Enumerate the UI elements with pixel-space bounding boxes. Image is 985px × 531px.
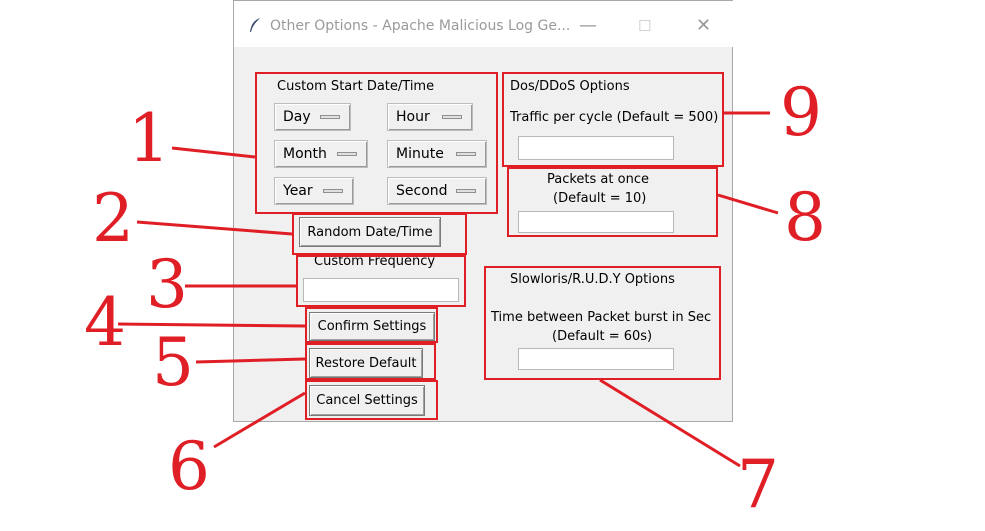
annotation-number-3: 3 [146, 246, 188, 323]
annotation-number-4: 4 [84, 284, 126, 361]
annotation-number-5: 5 [152, 324, 194, 401]
annotation-number-1: 1 [128, 100, 170, 177]
connector-line-2 [136, 220, 293, 236]
connector-line-1 [171, 146, 256, 159]
annotation-number-9: 9 [780, 74, 822, 151]
connector-line-6 [213, 391, 306, 449]
annotation-number-8: 8 [784, 179, 826, 256]
connector-line-5 [195, 357, 306, 364]
connector-line-8 [717, 193, 779, 215]
connector-line-4 [117, 322, 306, 328]
annotation-number-7: 7 [737, 446, 779, 523]
connector-line-7 [599, 378, 741, 468]
annotation-number-6: 6 [168, 428, 210, 505]
annotation-number-2: 2 [92, 180, 134, 257]
